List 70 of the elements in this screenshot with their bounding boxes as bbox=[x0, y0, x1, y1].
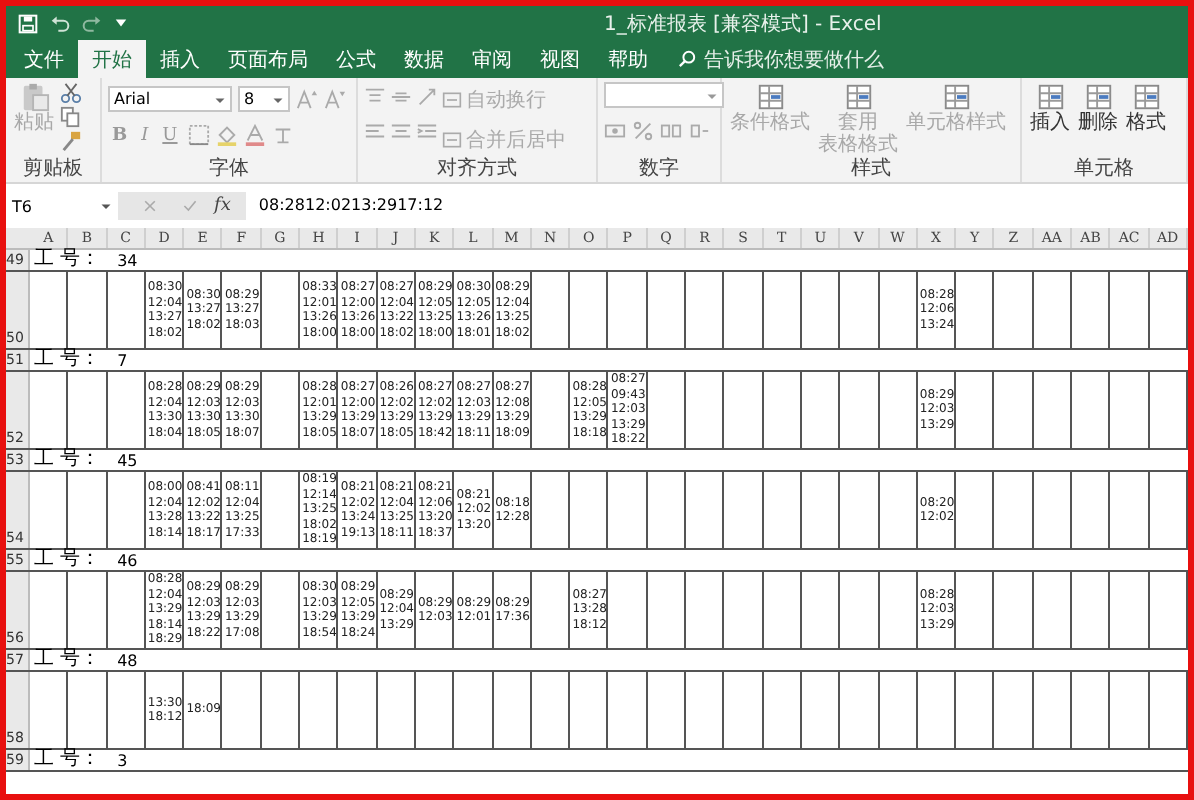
align-top-icon[interactable] bbox=[364, 86, 386, 108]
ribbon-group-label: 单元格 bbox=[1072, 158, 1136, 182]
ribbon-tab[interactable]: 帮助 bbox=[594, 40, 662, 78]
undo-icon[interactable] bbox=[50, 13, 70, 33]
ribbon-group-label: 对齐方式 bbox=[435, 158, 519, 182]
name-box[interactable]: T6 bbox=[6, 192, 118, 220]
employee-label: 工 号： bbox=[32, 250, 103, 270]
ribbon-button[interactable]: 删除 bbox=[1076, 82, 1120, 134]
grow-font-icon[interactable] bbox=[296, 88, 318, 110]
brush-icon[interactable] bbox=[60, 130, 82, 152]
ribbon-group-label: 字体 bbox=[207, 158, 251, 182]
employee-number: 7 bbox=[115, 351, 130, 369]
phonetic-icon[interactable] bbox=[271, 124, 294, 146]
ribbon-tab[interactable]: 插入 bbox=[146, 40, 214, 78]
currency-icon[interactable] bbox=[604, 120, 626, 142]
ribbon-group-label: 数字 bbox=[637, 158, 681, 182]
copy-icon[interactable] bbox=[60, 106, 82, 128]
search-placeholder[interactable]: 告诉我你想要做什么 bbox=[704, 45, 884, 73]
employee-number: 45 bbox=[115, 451, 140, 469]
employee-label: 工 号： bbox=[32, 750, 103, 770]
employee-label: 工 号： bbox=[32, 350, 103, 370]
save-icon[interactable] bbox=[18, 13, 38, 33]
ribbon-group-label: 剪贴板 bbox=[21, 158, 85, 182]
employee-number: 34 bbox=[115, 251, 140, 269]
table-icon[interactable] bbox=[1035, 82, 1065, 112]
fill-color-icon[interactable] bbox=[215, 124, 238, 146]
ribbon-tab[interactable]: 页面布局 bbox=[214, 40, 322, 78]
ribbon-tab[interactable]: 视图 bbox=[526, 40, 594, 78]
orientation-icon[interactable] bbox=[416, 86, 438, 108]
ribbon-tab[interactable]: 审阅 bbox=[458, 40, 526, 78]
font-size-field[interactable]: 8 bbox=[238, 86, 290, 112]
employee-number: 46 bbox=[115, 551, 140, 569]
employee-label: 工 号： bbox=[32, 650, 103, 670]
formula-field[interactable]: 08:2812:0213:2917:12 bbox=[246, 192, 1188, 220]
employee-number: 48 bbox=[115, 651, 140, 669]
ribbon-tab[interactable]: 开始 bbox=[78, 40, 146, 78]
cancel-icon[interactable] bbox=[142, 198, 158, 214]
ribbon-tab[interactable]: 公式 bbox=[322, 40, 390, 78]
ribbon-tab[interactable]: 数据 bbox=[390, 40, 458, 78]
number-format-field[interactable] bbox=[604, 82, 724, 108]
caret-icon[interactable] bbox=[214, 93, 226, 105]
ribbon-button[interactable]: 格式 bbox=[1124, 82, 1168, 134]
decimal-decrease-icon[interactable] bbox=[688, 120, 710, 142]
confirm-icon[interactable] bbox=[182, 198, 198, 214]
employee-label: 工 号： bbox=[32, 450, 103, 470]
redo-icon[interactable] bbox=[82, 13, 102, 33]
shrink-font-icon[interactable] bbox=[324, 88, 346, 110]
font-name-field[interactable]: Arial bbox=[108, 86, 232, 112]
font-color-icon[interactable] bbox=[243, 124, 266, 146]
employee-label: 工 号： bbox=[32, 550, 103, 570]
caret-icon[interactable] bbox=[114, 16, 128, 30]
employee-number: 3 bbox=[115, 751, 130, 769]
align-center-icon[interactable] bbox=[390, 120, 412, 142]
align-middle-icon[interactable] bbox=[390, 86, 412, 108]
table-icon[interactable] bbox=[1131, 82, 1161, 112]
percent-icon[interactable] bbox=[632, 120, 654, 142]
insert-function-button[interactable]: fx bbox=[206, 196, 239, 216]
scissors-icon[interactable] bbox=[60, 82, 82, 104]
border-icon[interactable] bbox=[187, 124, 210, 146]
ribbon-group-label: 样式 bbox=[849, 158, 893, 182]
ribbon-tab[interactable]: 文件 bbox=[10, 40, 78, 78]
table-icon[interactable] bbox=[1083, 82, 1113, 112]
window-title: 1_标准报表 [兼容模式] - Excel bbox=[604, 11, 882, 37]
caret-icon[interactable] bbox=[100, 200, 112, 212]
align-left-icon[interactable] bbox=[364, 120, 386, 142]
decimal-increase-icon[interactable] bbox=[660, 120, 682, 142]
caret-icon[interactable] bbox=[272, 93, 284, 105]
indent-icon[interactable] bbox=[416, 120, 438, 142]
ribbon-button[interactable]: 插入 bbox=[1028, 82, 1072, 134]
search-icon[interactable] bbox=[678, 50, 696, 68]
